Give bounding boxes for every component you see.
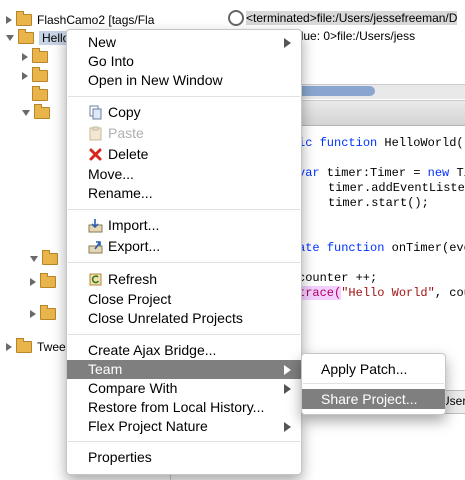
refresh-icon — [89, 273, 102, 286]
menu-item-rename[interactable]: Rename... — [67, 184, 301, 203]
folder-icon — [32, 86, 48, 101]
folder-icon — [34, 104, 50, 119]
context-menu: New Go Into Open in New Window Copy Past… — [66, 29, 302, 475]
menu-item-export[interactable]: Export... — [67, 237, 301, 256]
expand-arrow-icon[interactable] — [30, 278, 36, 286]
menu-item-share-project[interactable]: Share Project... — [302, 389, 445, 409]
collapse-arrow-icon[interactable] — [22, 110, 30, 116]
expand-arrow-icon[interactable] — [6, 16, 12, 24]
menu-item-close-project[interactable]: Close Project — [67, 290, 301, 309]
tree-row-tweener[interactable]: Twee — [6, 338, 66, 356]
menu-item-refresh[interactable]: Refresh — [67, 270, 301, 289]
tree-row-child[interactable] — [30, 305, 61, 323]
debug-icon — [228, 10, 244, 26]
import-icon — [88, 219, 103, 233]
menu-item-properties[interactable]: Properties — [67, 448, 301, 467]
tree-row-hello[interactable]: Hello — [6, 29, 73, 47]
menu-separator — [68, 96, 300, 97]
tree-row-flashcamo2[interactable]: FlashCamo2 [tags/Fla — [6, 11, 154, 29]
menu-item-new[interactable]: New — [67, 33, 301, 52]
folder-icon — [40, 273, 56, 288]
team-submenu: Apply Patch... Share Project... — [301, 353, 446, 415]
menu-item-compare-with[interactable]: Compare With — [67, 379, 301, 398]
submenu-arrow-icon — [284, 384, 291, 394]
menu-item-restore-local-history[interactable]: Restore from Local History... — [67, 398, 301, 417]
expand-arrow-icon[interactable] — [22, 53, 28, 61]
menu-item-import[interactable]: Import... — [67, 216, 301, 235]
menu-separator — [68, 441, 300, 442]
menu-item-close-unrelated[interactable]: Close Unrelated Projects — [67, 309, 301, 328]
project-folder-icon — [16, 338, 32, 353]
delete-icon — [89, 148, 102, 161]
tree-row-child[interactable] — [30, 273, 61, 291]
menu-item-flex-project-nature[interactable]: Flex Project Nature — [67, 417, 301, 436]
folder-icon — [40, 305, 56, 320]
code-line: counter ++; — [298, 271, 378, 285]
tree-row-child[interactable] — [32, 86, 53, 104]
code-line: var timer:Timer = new Ti — [298, 166, 465, 180]
menu-item-move[interactable]: Move... — [67, 165, 301, 184]
expand-arrow-icon[interactable] — [30, 310, 36, 318]
code-line: timer.addEventListe — [328, 181, 465, 195]
paste-icon — [89, 126, 102, 141]
folder-icon — [32, 48, 48, 63]
tree-row-label: FlashCamo2 [tags/Fla — [37, 13, 155, 27]
code-line: ic function HelloWorld() — [298, 136, 465, 150]
tree-row-child[interactable] — [30, 250, 63, 268]
expand-arrow-icon[interactable] — [22, 72, 28, 80]
project-folder-icon — [16, 11, 32, 26]
tree-row-child[interactable] — [22, 48, 53, 66]
menu-item-open-new-window[interactable]: Open in New Window — [67, 71, 301, 90]
submenu-arrow-icon — [284, 422, 291, 432]
folder-icon — [32, 67, 48, 82]
expand-arrow-icon[interactable] — [6, 343, 12, 351]
menu-separator — [68, 209, 300, 210]
menu-item-copy[interactable]: Copy — [67, 103, 301, 122]
menu-item-go-into[interactable]: Go Into — [67, 52, 301, 71]
menu-item-team[interactable]: Team — [67, 360, 301, 379]
console-process-line[interactable]: <terminated>file:/Users/jessefreeman/D — [246, 11, 458, 25]
copy-icon — [89, 105, 102, 120]
menu-separator — [303, 383, 444, 384]
collapse-arrow-icon[interactable] — [30, 256, 38, 262]
code-line: ate function onTimer(eve — [298, 241, 465, 255]
folder-icon — [42, 250, 58, 265]
code-line: trace("Hello World", cou — [298, 286, 465, 300]
menu-separator — [68, 262, 300, 263]
project-folder-icon — [18, 29, 34, 44]
menu-item-apply-patch[interactable]: Apply Patch... — [302, 359, 445, 379]
menu-item-create-ajax-bridge[interactable]: Create Ajax Bridge... — [67, 341, 301, 360]
menu-separator — [68, 334, 300, 335]
submenu-arrow-icon — [284, 38, 291, 48]
code-line: timer.start(); — [328, 196, 429, 210]
tree-row-child[interactable] — [22, 104, 55, 122]
export-icon — [88, 241, 103, 254]
tree-row-label: Twee — [37, 340, 66, 354]
collapse-arrow-icon[interactable] — [6, 35, 14, 41]
menu-item-paste[interactable]: Paste — [67, 124, 301, 143]
tree-row-child[interactable] — [22, 67, 53, 85]
menu-item-delete[interactable]: Delete — [67, 145, 301, 164]
submenu-arrow-icon — [284, 365, 291, 375]
